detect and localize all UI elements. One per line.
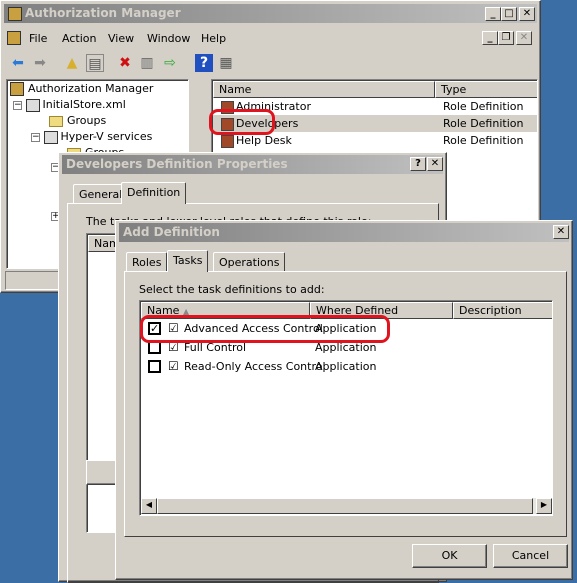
scroll-left-button[interactable]: ◀ (141, 498, 157, 514)
task-name: Read-Only Access Control (184, 360, 326, 373)
column-header-name[interactable]: Name (213, 81, 435, 98)
authorization-manager-icon (10, 82, 24, 96)
help-icon[interactable]: ? (195, 54, 213, 72)
menu-bar: File Action View Window Help (5, 28, 535, 50)
add-definition-title: Add Definition (123, 225, 220, 239)
child-restore-button[interactable]: ❐ (498, 31, 514, 45)
authorization-manager-icon (8, 6, 22, 21)
ok-button[interactable]: OK (412, 544, 487, 568)
column-header-type[interactable]: Type (435, 81, 537, 98)
help-button[interactable]: ? (410, 157, 426, 171)
menu-file[interactable]: File (29, 32, 47, 45)
role-type: Role Definition (443, 100, 524, 113)
tree-application[interactable]: − Hyper-V services (31, 129, 152, 145)
tree-application-label: Hyper-V services (60, 130, 153, 143)
application-icon (43, 130, 58, 144)
role-type: Role Definition (443, 134, 524, 147)
tab-tasks[interactable]: Tasks (167, 250, 209, 272)
close-button[interactable]: ✕ (427, 157, 443, 171)
maximize-button[interactable]: □ (501, 7, 517, 21)
forward-icon[interactable]: ➡ (31, 54, 49, 72)
child-minimize-button[interactable]: _ (482, 31, 498, 45)
tree-store-label: InitialStore.xml (42, 98, 126, 111)
delete-icon[interactable]: ✖ (116, 54, 134, 72)
show-hide-tree-icon[interactable]: ▤ (86, 54, 104, 72)
properties-title: Developers Definition Properties (66, 157, 288, 171)
store-icon (25, 98, 40, 112)
scroll-thumb[interactable] (157, 498, 533, 514)
tree-root[interactable]: Authorization Manager (10, 81, 153, 97)
add-definition-title-bar[interactable]: Add Definition (119, 223, 569, 242)
export-icon[interactable]: ⇨ (161, 54, 179, 72)
minimize-button[interactable]: _ (485, 7, 501, 21)
mmc-doc-icon (7, 31, 21, 45)
add-definition-dialog: Add Definition ✕ Roles Tasks Operations … (115, 220, 573, 580)
main-title-bar[interactable]: Authorization Manager (4, 4, 537, 23)
tab-operations[interactable]: Operations (213, 252, 286, 272)
menu-help[interactable]: Help (201, 32, 226, 45)
tab-roles[interactable]: Roles (126, 252, 168, 272)
role-type: Role Definition (443, 117, 524, 130)
tree-groups[interactable]: Groups (49, 113, 106, 129)
menu-window[interactable]: Window (147, 32, 190, 45)
child-close-button[interactable]: ✕ (516, 31, 532, 45)
tab-definition[interactable]: Definition (121, 182, 187, 204)
task-where: Application (315, 360, 377, 373)
console-icon[interactable]: ▦ (217, 54, 235, 72)
checkbox-unchecked[interactable] (148, 360, 161, 373)
role-icon (221, 134, 234, 148)
properties-title-bar[interactable]: Developers Definition Properties (62, 155, 443, 174)
scroll-right-button[interactable]: ▶ (536, 498, 552, 514)
task-icon: ☑ (168, 359, 179, 373)
menu-action[interactable]: Action (62, 32, 96, 45)
tasks-prompt: Select the task definitions to add: (139, 283, 325, 296)
highlight-developers (209, 109, 275, 135)
column-header-description[interactable]: Description (453, 302, 552, 319)
tree-root-label: Authorization Manager (28, 82, 154, 95)
list-item[interactable]: ☑ Read-Only Access Control Application (140, 358, 552, 375)
horizontal-scrollbar[interactable]: ◀ ▶ (141, 498, 552, 514)
back-icon[interactable]: ⬅ (9, 54, 27, 72)
close-button[interactable]: ✕ (519, 7, 535, 21)
role-name: Help Desk (236, 134, 292, 147)
collapse-icon[interactable]: − (13, 100, 22, 110)
cancel-button[interactable]: Cancel (493, 544, 568, 568)
up-folder-icon[interactable]: ▲ (63, 54, 81, 72)
close-button[interactable]: ✕ (553, 225, 569, 239)
main-title: Authorization Manager (25, 6, 181, 20)
tree-store[interactable]: − InitialStore.xml (13, 97, 126, 113)
highlight-advanced-access-control (140, 315, 390, 343)
folder-icon (49, 115, 63, 127)
properties-icon[interactable]: ▥ (138, 54, 156, 72)
menu-view[interactable]: View (108, 32, 134, 45)
tree-groups-label: Groups (67, 114, 107, 127)
collapse-icon[interactable]: − (31, 132, 40, 142)
